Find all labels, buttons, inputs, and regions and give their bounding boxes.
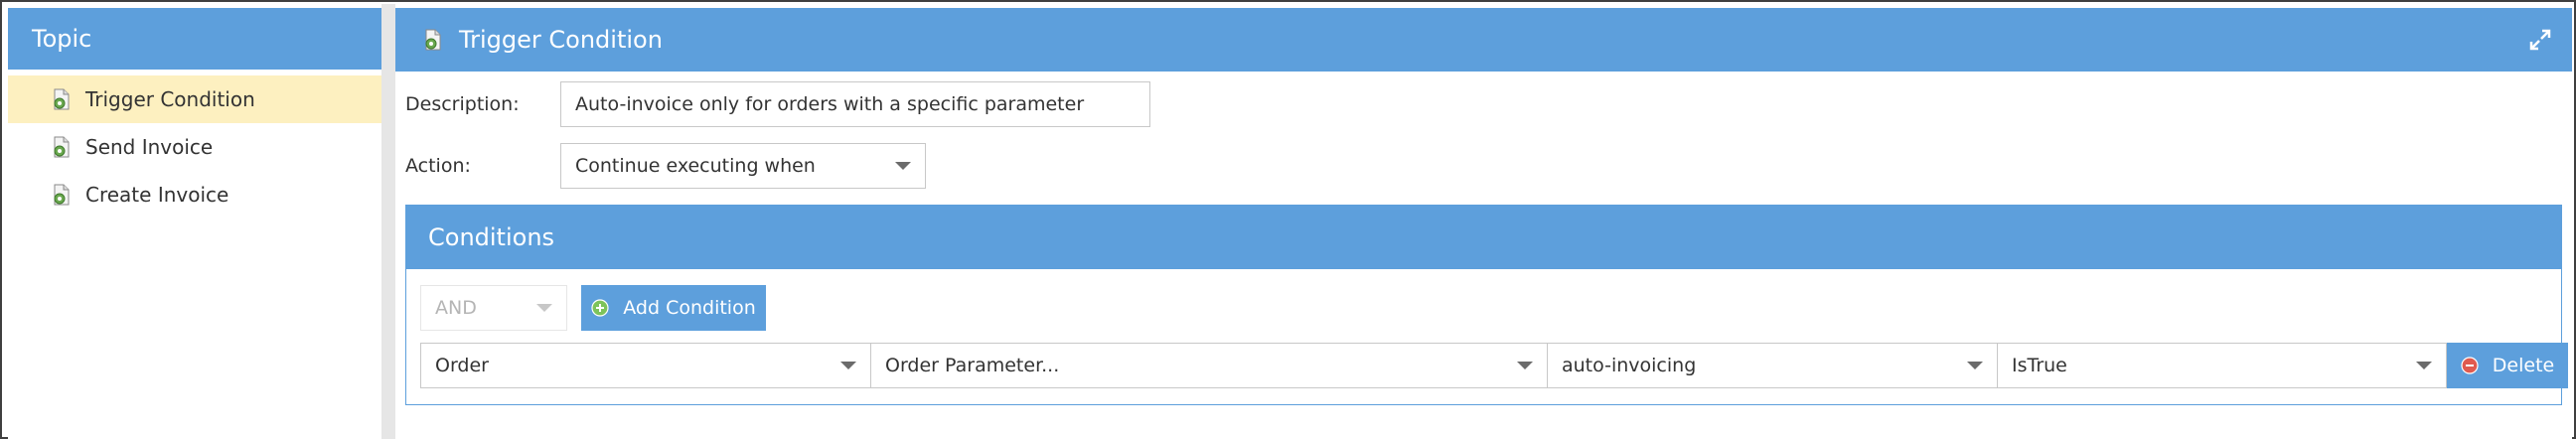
condition-row: Order Order Parameter... auto-invoicing … [420, 343, 2568, 388]
condition-parameter-select[interactable]: auto-invoicing [1547, 343, 1997, 388]
condition-parameter-value: auto-invoicing [1562, 355, 1697, 376]
document-gear-icon [54, 136, 70, 158]
logic-operator-value: AND [435, 297, 477, 319]
action-label: Action: [405, 155, 471, 177]
topic-item-trigger-condition[interactable]: Trigger Condition [8, 75, 381, 123]
app-window: Topic Trigger Condition Send Invoice Cre… [0, 0, 2576, 439]
delete-condition-label: Delete [2492, 355, 2555, 376]
condition-operator-select[interactable]: IsTrue [1997, 343, 2447, 388]
topic-item-send-invoice[interactable]: Send Invoice [8, 123, 381, 171]
conditions-title: Conditions [406, 206, 2561, 269]
chevron-down-icon [840, 362, 856, 369]
chevron-down-icon [1517, 362, 1533, 369]
condition-property-value: Order Parameter... [885, 355, 1060, 376]
condition-entity-select[interactable]: Order [420, 343, 870, 388]
editor-panel: Trigger Condition Description: Action: C… [395, 8, 2572, 439]
minus-circle-icon [2461, 357, 2479, 374]
chevron-down-icon [536, 304, 552, 312]
add-condition-button[interactable]: Add Condition [581, 285, 766, 331]
logic-operator-select[interactable]: AND [420, 285, 567, 331]
document-gear-icon [54, 88, 70, 110]
action-select[interactable]: Continue executing when [560, 143, 926, 189]
topic-item-label: Create Invoice [85, 183, 229, 207]
action-row: Action: Continue executing when [405, 143, 926, 189]
description-row: Description: [405, 81, 1150, 127]
description-input[interactable] [560, 81, 1150, 127]
topic-item-label: Send Invoice [85, 135, 214, 159]
editor-title: Trigger Condition [459, 26, 663, 54]
condition-property-select[interactable]: Order Parameter... [870, 343, 1547, 388]
chevron-down-icon [2416, 362, 2432, 369]
chevron-down-icon [895, 162, 911, 170]
expand-icon[interactable] [2528, 28, 2552, 52]
plus-circle-icon [591, 299, 609, 317]
description-label: Description: [405, 93, 520, 115]
panel-splitter[interactable] [381, 4, 395, 439]
condition-entity-value: Order [435, 355, 489, 376]
conditions-panel: Conditions AND Add Condition Order Order… [405, 205, 2568, 405]
condition-operator-value: IsTrue [2012, 355, 2067, 376]
topic-item-label: Trigger Condition [85, 87, 255, 111]
topic-panel: Topic Trigger Condition Send Invoice Cre… [8, 8, 381, 439]
editor-header: Trigger Condition [395, 8, 2572, 72]
action-select-value: Continue executing when [575, 155, 816, 177]
topic-item-create-invoice[interactable]: Create Invoice [8, 171, 381, 219]
delete-condition-button[interactable]: Delete [2447, 343, 2568, 388]
add-condition-label: Add Condition [623, 297, 756, 319]
chevron-down-icon [1967, 362, 1983, 369]
document-gear-icon [54, 184, 70, 206]
topic-panel-title: Topic [8, 8, 381, 70]
document-gear-icon [425, 29, 441, 51]
